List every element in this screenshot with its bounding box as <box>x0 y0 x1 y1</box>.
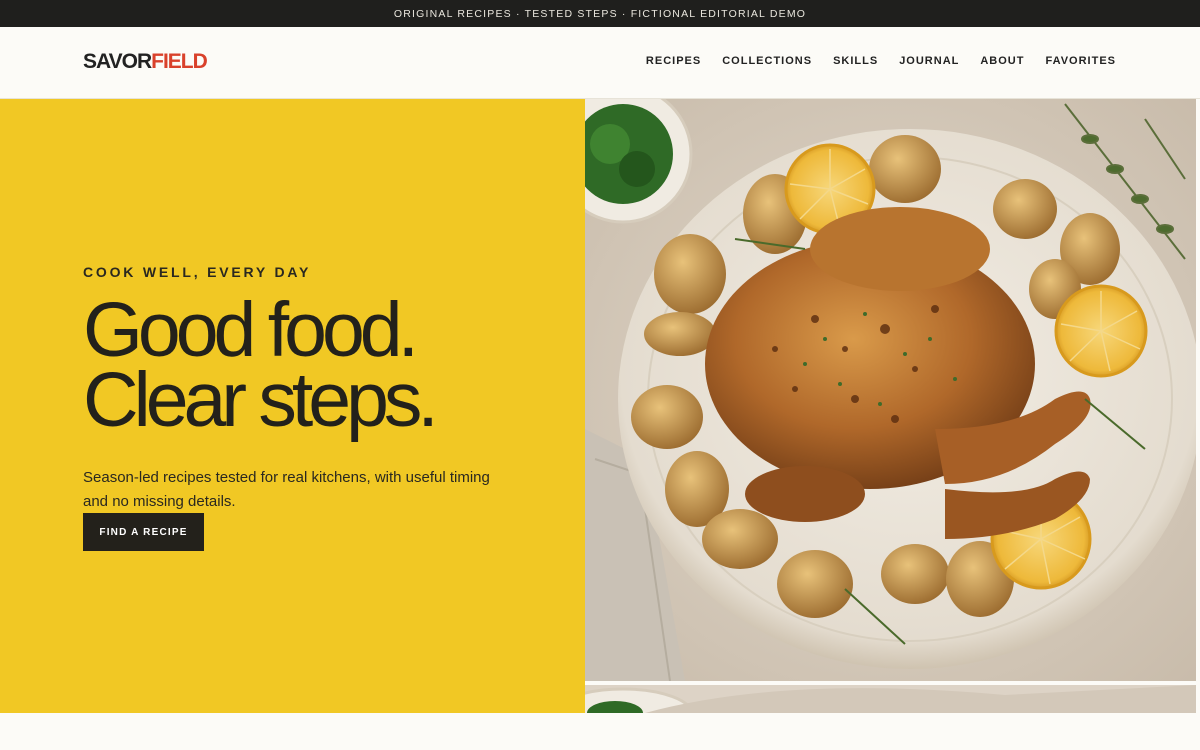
nav-collections[interactable]: COLLECTIONS <box>722 55 812 67</box>
nav-about[interactable]: ABOUT <box>980 55 1024 67</box>
logo-accent: FIELD <box>151 50 208 73</box>
hero-subcopy: Season-led recipes tested for real kitch… <box>83 469 490 510</box>
hero-text-panel: COOK WELL, EVERY DAY Good food. Clear st… <box>0 99 585 713</box>
site-header: SAVORFIELD RECIPES COLLECTIONS SKILLS JO… <box>0 27 1200 99</box>
nav-journal[interactable]: JOURNAL <box>899 55 959 67</box>
nav-recipes[interactable]: RECIPES <box>646 55 701 67</box>
hero-eyebrow: COOK WELL, EVERY DAY <box>83 264 312 280</box>
hero-headline-line-2: Clear steps. <box>83 357 439 443</box>
announcement-bar: ORIGINAL RECIPES · TESTED STEPS · FICTIO… <box>0 0 1200 27</box>
logo-primary: SAVOR <box>83 50 152 73</box>
roast-chicken-illustration <box>585 99 1196 681</box>
main-nav: RECIPES COLLECTIONS SKILLS JOURNAL ABOUT… <box>646 55 1116 67</box>
find-recipe-button[interactable]: FIND A RECIPE <box>83 513 204 551</box>
nav-skills[interactable]: SKILLS <box>833 55 878 67</box>
secondary-image-illustration <box>585 685 1196 713</box>
secondary-image-peek <box>585 685 1196 713</box>
hero-headline: Good food. Clear steps. <box>83 287 563 443</box>
announcement-text: ORIGINAL RECIPES · TESTED STEPS · FICTIO… <box>393 7 807 20</box>
hero-image-roast-chicken <box>585 99 1196 681</box>
nav-favorites[interactable]: FAVORITES <box>1045 55 1116 67</box>
site-logo[interactable]: SAVORFIELD <box>83 50 208 74</box>
hero-headline-line-1: Good food. <box>83 287 419 373</box>
